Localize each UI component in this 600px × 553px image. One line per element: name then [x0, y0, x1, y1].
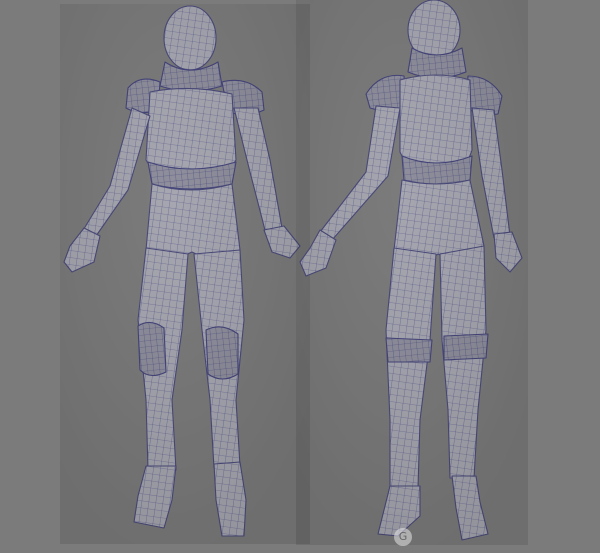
back-view-model: [296, 0, 528, 545]
3d-viewport: G: [0, 0, 600, 553]
back-shading: [296, 0, 528, 545]
wireframe-render: [60, 0, 528, 545]
front-shading: [60, 4, 310, 544]
watermark-badge: G: [394, 528, 412, 546]
front-view-model: [60, 4, 310, 544]
